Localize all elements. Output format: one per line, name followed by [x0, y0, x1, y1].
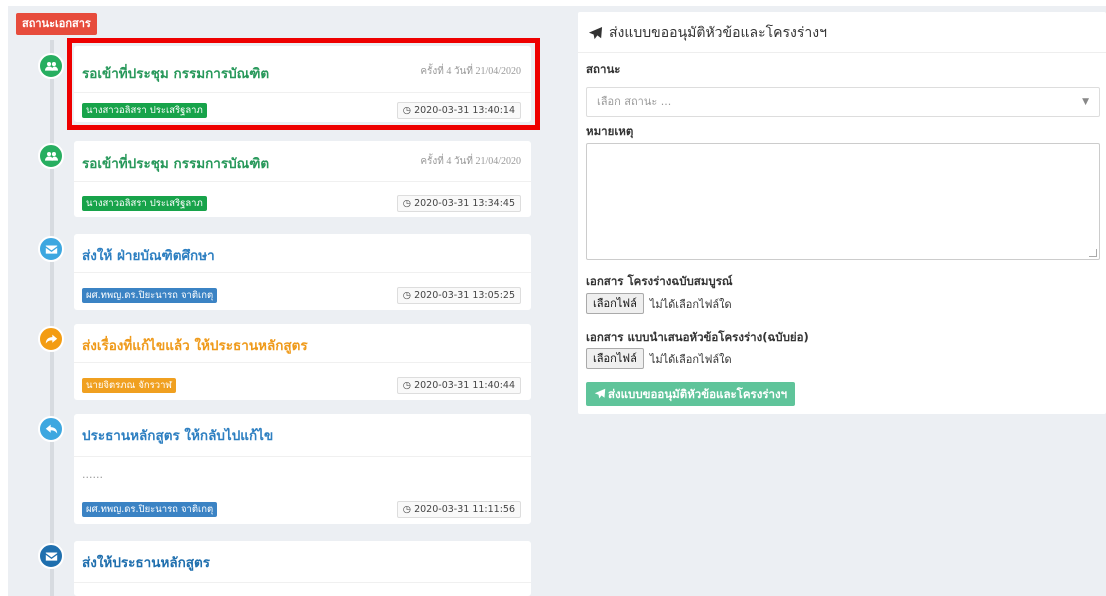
form-title: ส่งแบบขออนุมัติหัวข้อและโครงร่างฯ	[588, 22, 827, 44]
clock-icon: ◷	[402, 290, 412, 301]
status-section-label: สถานะเอกสาร	[16, 13, 97, 35]
full-doc-file-row: เลือกไฟล์ ไม่ได้เลือกไฟล์ใด	[586, 293, 732, 314]
timeline-card: รอเข้าที่ประชุม กรรมการบัณฑิต ครั้งที่ 4…	[74, 141, 531, 217]
clock-icon: ◷	[402, 504, 412, 515]
full-doc-choose-file-button[interactable]: เลือกไฟล์	[586, 293, 644, 314]
timestamp-text: 2020-03-31 13:05:25	[414, 290, 515, 301]
short-doc-choose-file-button[interactable]: เลือกไฟล์	[586, 348, 644, 369]
panel-divider	[578, 52, 1106, 53]
card-divider	[74, 582, 531, 583]
timeline-card: ส่งให้ ฝ่ายบัณฑิตศึกษา ผศ.ทพญ.ดร.ปิยะนาร…	[74, 234, 531, 310]
timeline-title: ส่งให้ ฝ่ายบัณฑิตศึกษา	[82, 248, 215, 264]
short-doc-file-row: เลือกไฟล์ ไม่ได้เลือกไฟล์ใด	[586, 348, 732, 369]
submit-form-panel: ส่งแบบขออนุมัติหัวข้อและโครงร่างฯ สถานะ …	[578, 12, 1106, 414]
timestamp: ◷ 2020-03-31 11:11:56	[396, 501, 521, 518]
card-divider	[74, 181, 531, 182]
remark-textarea[interactable]	[586, 143, 1100, 260]
remark-field-label: หมายเหตุ	[586, 124, 634, 138]
paper-plane-icon	[594, 388, 606, 399]
status-select[interactable]: เลือก สถานะ ... ▼	[586, 87, 1100, 117]
clock-icon: ◷	[402, 380, 412, 391]
users-icon	[38, 53, 64, 79]
remark-text: ......	[82, 468, 103, 481]
timestamp-text: 2020-03-31 11:40:44	[414, 380, 515, 391]
person-badge: ผศ.ทพญ.ดร.ปิยะนารถ จาติเกตุ	[82, 288, 218, 303]
timestamp: ◷ 2020-03-31 13:34:45	[396, 195, 521, 212]
share-icon	[38, 326, 64, 352]
submit-button-label: ส่งแบบขออนุมัติหัวข้อและโครงร่างฯ	[608, 387, 788, 401]
envelope-icon	[38, 236, 64, 262]
card-divider	[74, 456, 531, 457]
timeline-line	[50, 40, 54, 596]
timeline-card: ส่งเรื่องที่แก้ไขแล้ว ให้ประธานหลักสูตร …	[74, 324, 531, 400]
card-divider	[74, 272, 531, 273]
highlight-annotation	[67, 38, 540, 130]
person-badge: นางสาวอลิสรา ประเสริฐลาภ	[82, 196, 207, 211]
meeting-info: ครั้งที่ 4 วันที่ 21/04/2020	[420, 156, 521, 167]
envelope-icon	[38, 543, 64, 569]
timestamp: ◷ 2020-03-31 13:05:25	[396, 287, 521, 304]
full-doc-label: เอกสาร โครงร่างฉบับสมบูรณ์	[586, 274, 733, 288]
timeline-title: ส่งเรื่องที่แก้ไขแล้ว ให้ประธานหลักสูตร	[82, 338, 308, 354]
person-badge: นายจิตรภณ จักรวาฬ	[82, 378, 176, 393]
chevron-down-icon: ▼	[1082, 97, 1089, 107]
status-placeholder: เลือก สถานะ ...	[597, 95, 672, 108]
timestamp: ◷ 2020-03-31 11:40:44	[396, 377, 521, 394]
timeline-card: ส่งให้ประธานหลักสูตร	[74, 541, 531, 596]
timestamp-text: 2020-03-31 11:11:56	[414, 504, 515, 515]
person-badge: ผศ.ทพญ.ดร.ปิยะนารถ จาติเกตุ	[82, 502, 218, 517]
timeline-title: ประธานหลักสูตร ให้กลับไปแก้ไข	[82, 428, 274, 444]
submit-button[interactable]: ส่งแบบขออนุมัติหัวข้อและโครงร่างฯ	[586, 382, 796, 406]
clock-icon: ◷	[402, 198, 412, 209]
form-title-text: ส่งแบบขออนุมัติหัวข้อและโครงร่างฯ	[609, 25, 827, 41]
short-doc-file-status: ไม่ได้เลือกไฟล์ใด	[649, 352, 732, 366]
short-doc-label: เอกสาร แบบนำเสนอหัวข้อโครงร่าง(ฉบับย่อ)	[586, 330, 809, 344]
timestamp-text: 2020-03-31 13:34:45	[414, 198, 515, 209]
reply-icon	[38, 416, 64, 442]
card-divider	[74, 362, 531, 363]
timeline-card: ประธานหลักสูตร ให้กลับไปแก้ไข ...... ผศ.…	[74, 414, 531, 524]
resize-handle[interactable]	[1089, 249, 1097, 257]
status-field-label: สถานะ	[586, 62, 621, 76]
full-doc-file-status: ไม่ได้เลือกไฟล์ใด	[649, 297, 732, 311]
timeline-title: รอเข้าที่ประชุม กรรมการบัณฑิต	[82, 156, 270, 172]
paper-plane-icon	[588, 26, 603, 39]
users-icon	[38, 143, 64, 169]
timeline-title: ส่งให้ประธานหลักสูตร	[82, 555, 211, 571]
